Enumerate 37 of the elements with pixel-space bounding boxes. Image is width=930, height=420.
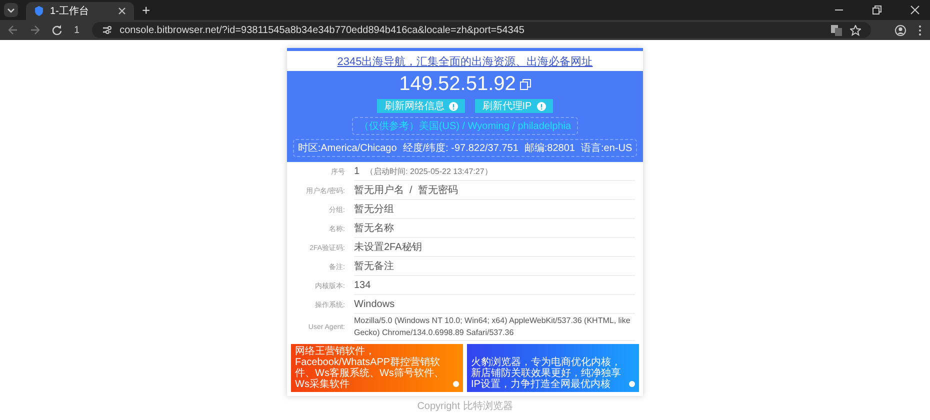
- field-value: 暂无备注: [354, 260, 394, 273]
- chevron-down-icon[interactable]: [4, 3, 18, 17]
- star-icon[interactable]: [850, 24, 861, 36]
- field-value: 1: [354, 166, 360, 176]
- restore-icon[interactable]: [872, 5, 882, 15]
- ad-banner[interactable]: 网络王营销软件，Facebook/WhatsAPP群控营销软件、Ws客服系统、Ws筛号软件、Ws采集软件: [291, 344, 463, 392]
- fact-text: 时区:America/Chicago: [298, 142, 397, 155]
- field-value: 未设置2FA秘钥: [354, 240, 422, 254]
- address-bar[interactable]: console.bitbrowser.net/?id=93811545a8b34e34b770edd894b416ca&locale=zh&port=54345: [92, 22, 871, 38]
- ad-banner[interactable]: 火豹浏览器，专为电商优化内核，新店铺防关联效果更好，纯净独享IP设置，力争打造全网最优内核: [467, 344, 639, 392]
- close-icon[interactable]: [118, 7, 126, 15]
- back-icon[interactable]: [8, 25, 18, 35]
- reload-icon[interactable]: [52, 25, 62, 35]
- close-icon[interactable]: [910, 5, 920, 15]
- copyright-text: Copyright 比特浏览器: [417, 400, 513, 413]
- field-value: 暂无用户名 / 暂无密码: [354, 184, 458, 197]
- site-settings-icon[interactable]: [102, 25, 112, 35]
- start-time-note: （启动时间: 2025-05-22 13:47:27）: [366, 166, 492, 176]
- field-value: 暂无名称: [354, 222, 394, 235]
- fact-text: 邮编:82801: [524, 142, 575, 155]
- fact-text: 语言:en-US: [581, 142, 632, 155]
- ip-address: 149.52.51.92: [399, 73, 516, 95]
- new-tab-button[interactable]: +: [142, 3, 150, 17]
- location-text: （仅供参考）美国(US) / Wyoming / philadelphia: [352, 117, 578, 135]
- forward-icon[interactable]: [30, 25, 40, 35]
- field-value: Windows: [354, 298, 395, 310]
- copy-icon[interactable]: [520, 78, 531, 90]
- field-value: Mozilla/5.0 (Windows NT 10.0; Win64; x64) AppleWebKit/537.36 (KHTML, like Gecko) Chrome/134.0.6998.89 Safari/537.36: [354, 315, 632, 339]
- account-icon[interactable]: [895, 24, 906, 36]
- shield-icon[interactable]: [34, 6, 44, 16]
- more-menu-icon[interactable]: [918, 24, 922, 36]
- field-value: 134: [354, 280, 371, 290]
- field-value: 暂无分组: [354, 202, 394, 216]
- profile-number: 1: [74, 24, 80, 36]
- banner-link[interactable]: 2345出海导航，汇集全面的出海资源、出海必备网址: [337, 54, 593, 69]
- browser-tab[interactable]: 1-工作台: [26, 2, 134, 20]
- fact-text: 经度/纬度: -97.822/37.751: [402, 142, 518, 155]
